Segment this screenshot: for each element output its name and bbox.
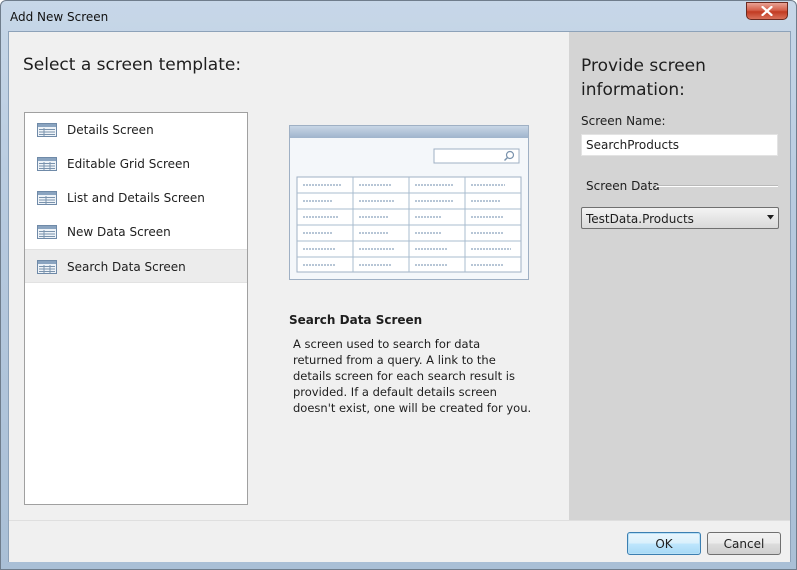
screen-data-dropdown[interactable]: TestData.Products — [581, 207, 779, 229]
template-section: Select a screen template: Details Screen — [9, 32, 569, 520]
screen-template-icon — [37, 225, 57, 239]
dialog-window: Add New Screen Select a screen template: — [0, 0, 797, 570]
template-description-title: Search Data Screen — [289, 313, 423, 327]
screen-template-icon — [37, 191, 57, 205]
chevron-down-icon — [767, 215, 774, 220]
screen-info-heading: Provide screen information: — [581, 56, 706, 100]
template-item-new-data-screen[interactable]: New Data Screen — [25, 215, 247, 249]
template-item-details-screen[interactable]: Details Screen — [25, 113, 247, 147]
ok-button[interactable]: OK — [627, 532, 701, 555]
template-item-editable-grid-screen[interactable]: Editable Grid Screen — [25, 147, 247, 181]
template-heading: Select a screen template: — [23, 55, 242, 75]
template-item-search-data-screen[interactable]: Search Data Screen — [25, 249, 247, 283]
template-item-label: New Data Screen — [67, 225, 171, 239]
template-item-label: Details Screen — [67, 123, 154, 137]
close-icon — [761, 6, 773, 16]
template-item-list-and-details-screen[interactable]: List and Details Screen — [25, 181, 247, 215]
screen-data-divider — [656, 185, 778, 187]
dialog-footer: OK Cancel — [9, 520, 790, 562]
screen-template-icon — [37, 157, 57, 171]
template-item-label: Search Data Screen — [67, 260, 186, 274]
template-item-label: List and Details Screen — [67, 191, 205, 205]
cancel-button[interactable]: Cancel — [707, 532, 781, 555]
template-description-text: A screen used to search for data returne… — [293, 337, 532, 415]
title-bar[interactable]: Add New Screen — [1, 1, 796, 31]
close-button[interactable] — [746, 2, 788, 20]
screen-data-label: Screen Data — [586, 179, 660, 193]
template-preview-image — [289, 125, 529, 280]
screen-name-input[interactable] — [581, 134, 778, 156]
screen-data-selected-value: TestData.Products — [586, 212, 694, 226]
template-item-label: Editable Grid Screen — [67, 157, 190, 171]
screen-info-pane: Provide screen information: Screen Name:… — [569, 32, 790, 520]
dialog-client-area: Select a screen template: Details Screen — [8, 31, 791, 562]
template-list[interactable]: Details Screen Editable Grid Screen List… — [24, 112, 248, 505]
screen-name-label: Screen Name: — [581, 114, 666, 128]
screen-template-icon — [37, 260, 57, 274]
window-title: Add New Screen — [10, 10, 109, 24]
screen-template-icon — [37, 123, 57, 137]
